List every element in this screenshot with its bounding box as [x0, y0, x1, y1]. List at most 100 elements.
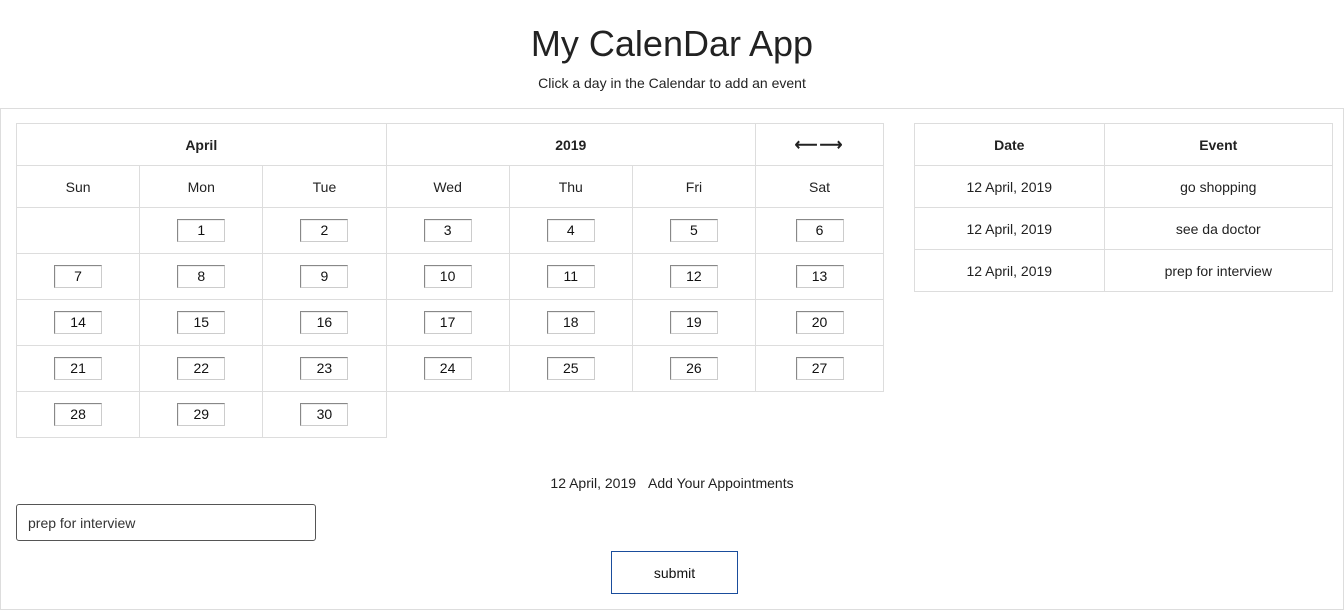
- event-date: 12 April, 2019: [914, 165, 1105, 208]
- day-cell: 1: [139, 207, 264, 254]
- day-button[interactable]: 18: [546, 311, 595, 334]
- day-cell: 24: [385, 345, 510, 392]
- page-subtitle: Click a day in the Calendar to add an ev…: [538, 75, 806, 91]
- weekday-label: Sat: [755, 165, 884, 208]
- day-button[interactable]: 21: [54, 357, 103, 380]
- day-cell: 7: [15, 253, 141, 300]
- day-cell: 13: [755, 253, 884, 300]
- day-button[interactable]: 16: [300, 311, 349, 334]
- event-row: 12 April, 2019 see da doctor: [914, 207, 1334, 250]
- day-cell-empty: [386, 392, 509, 438]
- day-button[interactable]: 8: [177, 265, 226, 288]
- events-header-event: Event: [1103, 123, 1334, 166]
- day-button[interactable]: 25: [546, 357, 595, 380]
- month-nav: ⟵⟶: [755, 123, 884, 166]
- weekday-label: Wed: [385, 165, 510, 208]
- week-row: 1 2 3 4 5 6: [15, 207, 884, 254]
- day-button[interactable]: 28: [54, 403, 103, 426]
- day-button[interactable]: 26: [669, 357, 718, 380]
- day-cell: 27: [755, 345, 884, 392]
- day-cell: 29: [139, 391, 264, 438]
- day-cell: 18: [508, 299, 633, 346]
- day-button[interactable]: 19: [669, 311, 718, 334]
- day-cell: 15: [139, 299, 264, 346]
- event-input[interactable]: [16, 504, 316, 541]
- day-cell: 12: [631, 253, 757, 300]
- day-button[interactable]: 22: [177, 357, 226, 380]
- weekday-label: Tue: [262, 165, 387, 208]
- day-button[interactable]: 1: [177, 219, 226, 242]
- day-button[interactable]: 23: [300, 357, 349, 380]
- day-cell: 10: [385, 253, 510, 300]
- day-button[interactable]: 14: [54, 311, 103, 334]
- day-button[interactable]: 27: [795, 357, 844, 380]
- week-row: 7 8 9 10 11 12 13: [15, 253, 884, 300]
- day-cell: 3: [385, 207, 510, 254]
- day-button[interactable]: 17: [423, 311, 472, 334]
- day-button[interactable]: 6: [795, 219, 844, 242]
- day-button[interactable]: 15: [177, 311, 226, 334]
- day-cell: 9: [262, 253, 387, 300]
- add-appointment-line: 12 April, 2019 Add Your Appointments: [0, 474, 1344, 492]
- day-cell: 2: [262, 207, 387, 254]
- submit-button[interactable]: submit: [611, 551, 738, 594]
- day-button[interactable]: 13: [795, 265, 844, 288]
- events-header-date: Date: [914, 123, 1105, 166]
- arrow-right-icon[interactable]: ⟶: [820, 137, 845, 154]
- day-cell: 16: [262, 299, 387, 346]
- day-cell-empty: [15, 207, 141, 254]
- event-name: see da doctor: [1103, 207, 1334, 250]
- weekday-label: Thu: [508, 165, 633, 208]
- weekday-label: Fri: [631, 165, 757, 208]
- day-cell: 21: [15, 345, 141, 392]
- weekday-label: Mon: [139, 165, 264, 208]
- add-appointments-prompt: Add Your Appointments: [648, 475, 794, 491]
- year-label: 2019: [385, 123, 757, 166]
- day-cell: 5: [631, 207, 757, 254]
- day-button[interactable]: 12: [669, 265, 718, 288]
- day-cell: 8: [139, 253, 264, 300]
- page-title: My CalenDar App: [530, 23, 814, 64]
- day-cell-empty: [632, 392, 755, 438]
- day-cell: 17: [385, 299, 510, 346]
- day-button[interactable]: 24: [423, 357, 472, 380]
- calendar-table: April 2019 ⟵⟶ Sun Mon Tue Wed Thu Fri Sa…: [15, 123, 884, 438]
- event-name: go shopping: [1103, 165, 1334, 208]
- day-button[interactable]: 7: [54, 265, 103, 288]
- day-button[interactable]: 10: [423, 265, 472, 288]
- calendar-header-row: April 2019 ⟵⟶: [16, 123, 884, 166]
- event-date: 12 April, 2019: [914, 249, 1105, 292]
- week-row: 14 15 16 17 18 19 20: [15, 299, 884, 346]
- day-cell: 4: [508, 207, 633, 254]
- week-row: 28 29 30: [15, 391, 884, 438]
- events-table: Date Event 12 April, 2019 go shopping 12…: [914, 123, 1334, 292]
- day-cell: 11: [508, 253, 633, 300]
- day-button[interactable]: 29: [177, 403, 226, 426]
- week-row: 21 22 23 24 25 26 27: [15, 345, 884, 392]
- day-cell: 20: [755, 299, 884, 346]
- day-cell: 19: [631, 299, 757, 346]
- arrow-left-icon[interactable]: ⟵: [795, 137, 820, 154]
- day-button[interactable]: 4: [546, 219, 595, 242]
- weekday-label: Sun: [15, 165, 141, 208]
- day-cell: 6: [755, 207, 884, 254]
- day-cell: 28: [15, 391, 141, 438]
- event-row: 12 April, 2019 go shopping: [914, 165, 1334, 208]
- day-button[interactable]: 3: [423, 219, 472, 242]
- day-button[interactable]: 20: [795, 311, 844, 334]
- event-row: 12 April, 2019 prep for interview: [914, 249, 1334, 292]
- day-cell: 14: [15, 299, 141, 346]
- day-button[interactable]: 30: [300, 403, 349, 426]
- day-button[interactable]: 2: [300, 219, 349, 242]
- day-cell-empty: [756, 392, 884, 438]
- weekday-row: Sun Mon Tue Wed Thu Fri Sat: [15, 165, 884, 208]
- day-button[interactable]: 5: [669, 219, 718, 242]
- month-label: April: [16, 123, 387, 166]
- events-header-row: Date Event: [914, 123, 1334, 166]
- selected-date: 12 April, 2019: [550, 475, 637, 491]
- day-button[interactable]: 11: [546, 265, 595, 288]
- event-name: prep for interview: [1103, 249, 1334, 292]
- day-cell: 25: [508, 345, 633, 392]
- day-button[interactable]: 9: [300, 265, 349, 288]
- day-cell: 23: [262, 345, 387, 392]
